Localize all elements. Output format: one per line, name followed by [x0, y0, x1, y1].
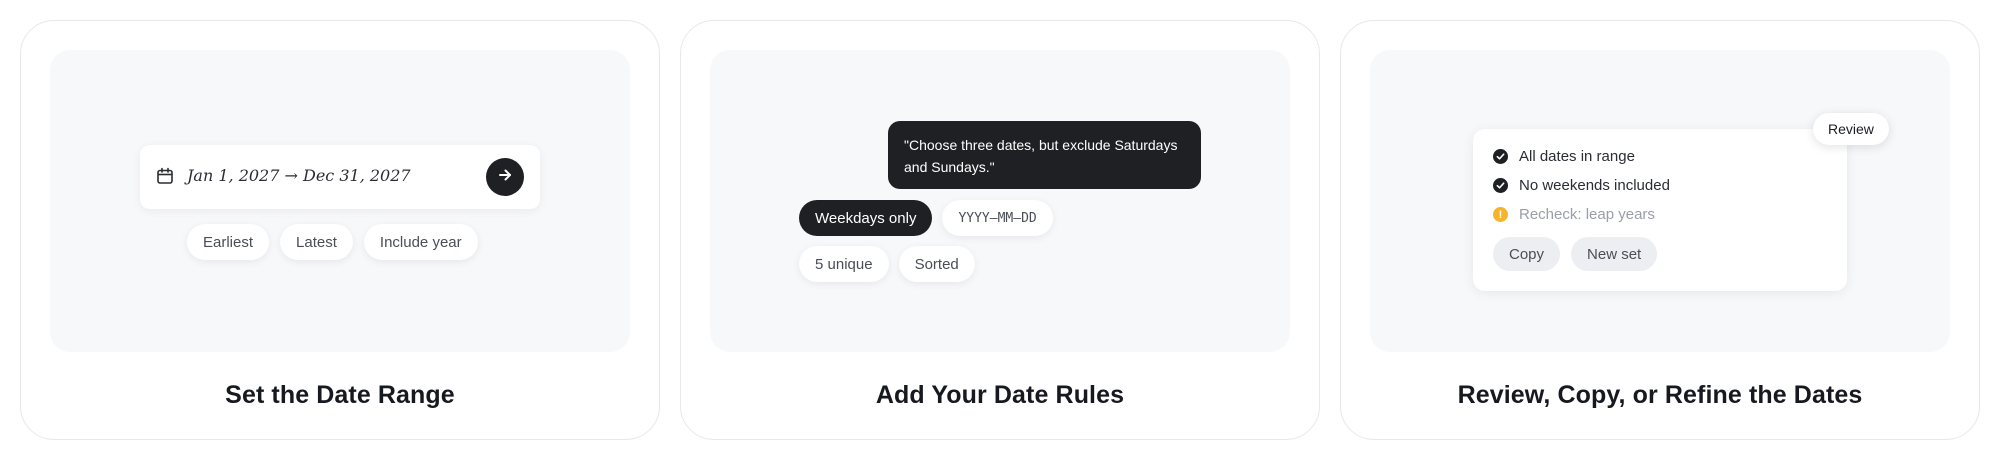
date-rules-panel: "Choose three dates, but exclude Saturda… — [710, 50, 1290, 352]
warning-circle-icon: ! — [1493, 207, 1508, 222]
review-actions: Copy New set — [1493, 237, 1658, 271]
chip-include-year[interactable]: Include year — [363, 224, 478, 260]
warning-label: Recheck: leap years — [1519, 206, 1655, 223]
chip-latest[interactable]: Latest — [280, 224, 353, 260]
new-set-button[interactable]: New set — [1571, 237, 1658, 271]
step-title: Set the Date Range — [225, 381, 455, 409]
review-results-box: All dates in range No weekends included … — [1473, 129, 1847, 291]
prompt-bubble: "Choose three dates, but exclude Saturda… — [888, 121, 1201, 189]
chip-earliest[interactable]: Earliest — [187, 224, 270, 260]
date-range-value: Jan 1, 2027 → Dec 31, 2027 — [187, 166, 411, 185]
check-item: All dates in range — [1493, 148, 1635, 165]
arrow-right-icon — [497, 167, 513, 188]
submit-range-button[interactable] — [486, 158, 524, 196]
rule-chips-row: 5 unique Sorted — [799, 246, 975, 282]
check-label: No weekends included — [1519, 177, 1670, 194]
step-title: Add Your Date Rules — [875, 381, 1125, 409]
step-title: Review, Copy, or Refine the Dates — [1457, 381, 1863, 409]
chip-date-format[interactable]: YYYY–MM–DD — [942, 200, 1053, 236]
date-range-input[interactable]: Jan 1, 2027 → Dec 31, 2027 — [140, 145, 540, 209]
chip-weekdays-only[interactable]: Weekdays only — [799, 200, 933, 236]
review-badge: Review — [1813, 113, 1889, 145]
check-circle-icon — [1493, 178, 1508, 193]
step-card-review: All dates in range No weekends included … — [1340, 20, 1980, 440]
check-label: All dates in range — [1519, 148, 1635, 165]
date-range-panel: Jan 1, 2027 → Dec 31, 2027 Earliest Late… — [50, 50, 630, 352]
copy-button[interactable]: Copy — [1493, 237, 1561, 271]
rule-chips-row: Weekdays only YYYY–MM–DD — [799, 200, 1053, 236]
calendar-icon — [156, 167, 174, 185]
review-panel: All dates in range No weekends included … — [1370, 50, 1950, 352]
check-circle-icon — [1493, 149, 1508, 164]
warning-item: ! Recheck: leap years — [1493, 206, 1655, 223]
chip-sorted[interactable]: Sorted — [898, 246, 975, 282]
step-card-set-range: Jan 1, 2027 → Dec 31, 2027 Earliest Late… — [20, 20, 660, 440]
step-card-add-rules: "Choose three dates, but exclude Saturda… — [680, 20, 1320, 440]
range-options: Earliest Latest Include year — [187, 224, 478, 260]
chip-unique-count[interactable]: 5 unique — [799, 246, 889, 282]
check-item: No weekends included — [1493, 177, 1670, 194]
